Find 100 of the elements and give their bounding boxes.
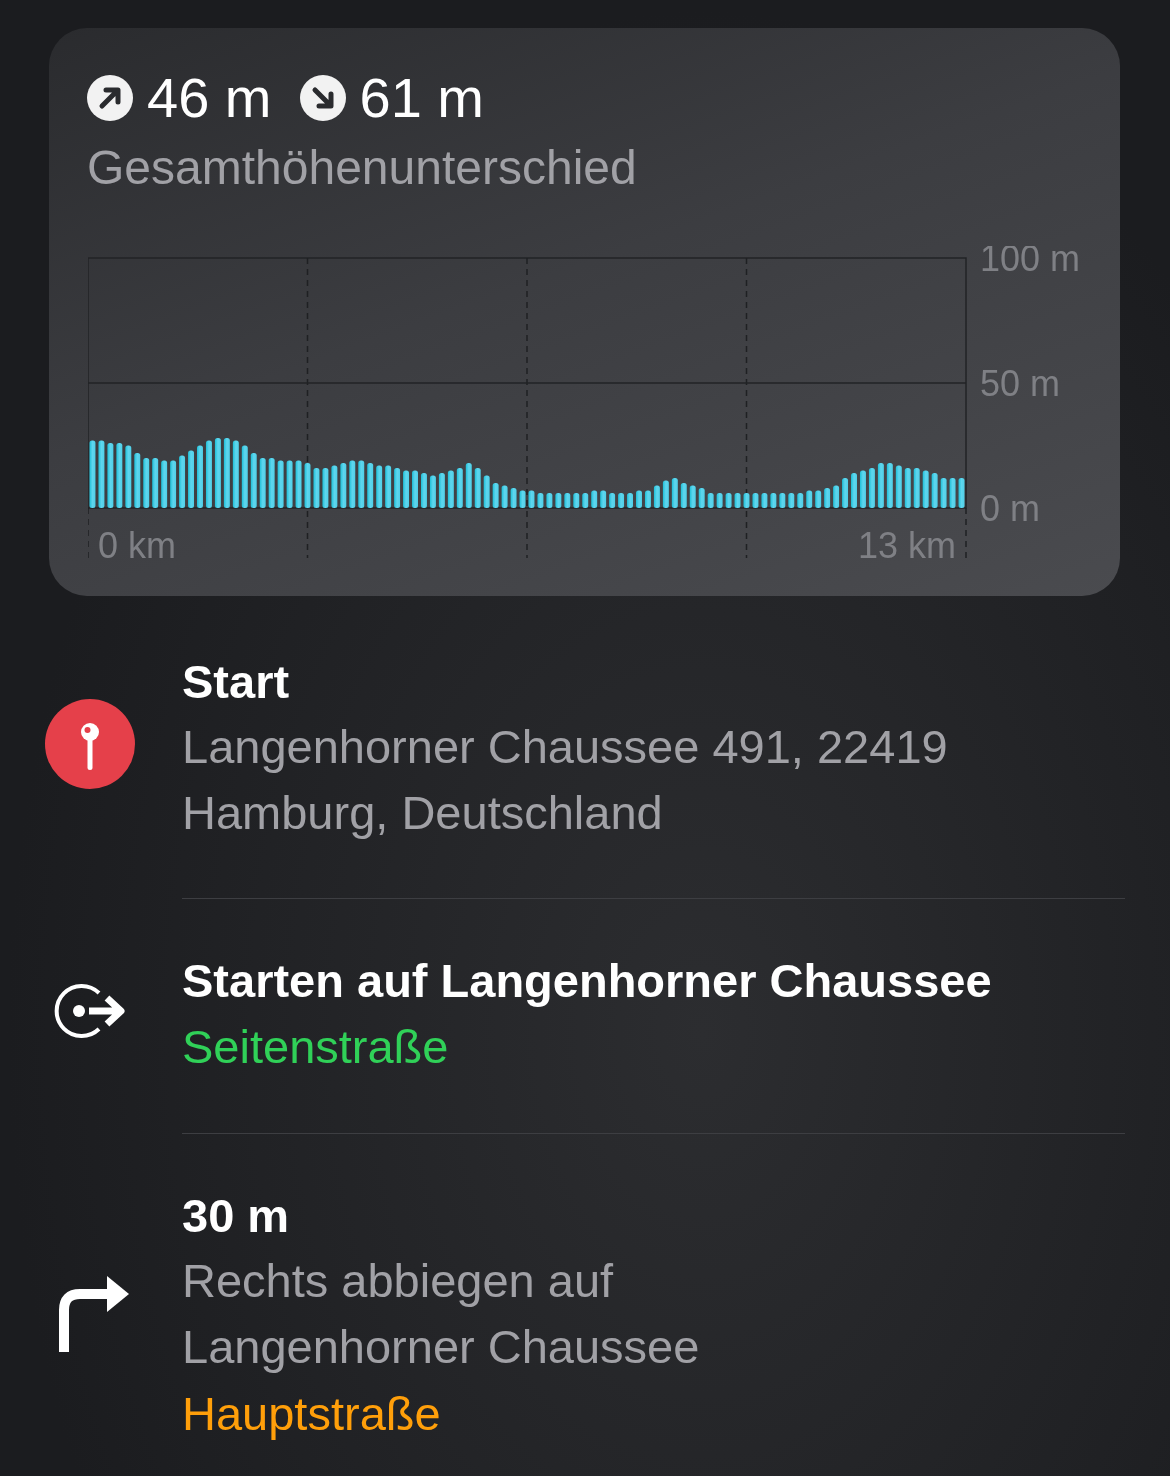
elevation-bar [627,493,633,508]
elevation-bar [842,478,849,508]
elevation-bar [851,473,857,508]
elevation-bar [636,490,642,508]
axis-label: 0 km [98,525,176,566]
elevation-bar [286,460,293,508]
elevation-bar [250,453,257,508]
elevation-bar [931,473,938,508]
elevation-bar [421,473,427,508]
axis-label: 50 m [980,363,1061,404]
elevation-bar [860,470,866,508]
elevation-bar [949,478,956,508]
elevation-bar [179,455,186,508]
elevation-bar [304,463,311,508]
elevation-bar [671,478,678,508]
elevation-bar [438,473,445,508]
elevation-bar [680,483,687,508]
elevation-bar [877,463,884,508]
elevation-bar [734,493,741,508]
elevation-bar [98,440,105,508]
elevation-bar [662,480,669,508]
elevation-bar [779,493,786,508]
elevation-bar [824,488,831,508]
elevation-bar [188,450,194,508]
elevation-bar [644,490,651,508]
elevation-bar [322,468,329,508]
ascent-value: 46 m [147,66,272,130]
elevation-bar [232,440,239,508]
elevation-bar [349,460,356,508]
elevation-bar [913,468,920,508]
elevation-bar [134,453,141,508]
elevation-bar [618,493,625,508]
elevation-bar [707,493,714,508]
elevation-bar [940,478,947,508]
elevation-bar [429,475,436,508]
step-title: Starten auf Langenhorner Chaussee [182,953,993,1009]
elevation-bar [689,485,696,508]
elevation-bar [116,443,123,508]
step-detail: Rechts abbiegen auf [182,1253,615,1309]
elevation-bar [833,485,840,508]
elevation-bar [89,440,96,508]
step-detail: Langenhorner Chaussee [182,1319,701,1375]
elevation-bar [295,460,302,508]
elevation-bar [412,470,418,508]
elevation-bar [609,493,616,508]
elevation-bar [922,470,929,508]
elevation-bar [868,468,875,508]
elevation-bar [403,470,410,508]
step-detail: Hamburg, Deutschland [182,785,664,841]
elevation-bar [573,493,580,508]
elevation-bar [214,438,221,508]
elevation-bar [501,485,508,508]
elevation-bar [806,490,813,508]
descent-value: 61 m [359,66,484,130]
elevation-bar [528,490,535,508]
step-title: Start [182,654,291,710]
elevation-bar [546,493,553,508]
elevation-bar [313,468,320,508]
elevation-bar [125,445,132,508]
elevation-bar [358,460,365,508]
elevation-bar [788,493,795,508]
elevation-bar [483,475,490,508]
elevation-bar [815,490,822,508]
elevation-bar [465,463,472,508]
elevation-bar [161,460,168,508]
elevation-bar [510,488,517,508]
elevation-bar [170,460,177,508]
elevation-bar [492,483,499,508]
elevation-bar [394,468,401,508]
elevation-bar [716,493,723,508]
elevation-bar [698,488,705,508]
axis-label: 13 km [857,525,956,566]
step-detail: Langenhorner Chaussee 491, 22419 [182,719,949,775]
elevation-bar [770,493,777,508]
elevation-bar [519,490,526,508]
elevation-bar [447,470,454,508]
elevation-bar [340,463,347,508]
axis-label: 100 m [980,246,1081,279]
elevation-bar [725,493,732,508]
elevation-bar [904,468,911,508]
elevation-bar [268,458,275,508]
elevation-bar [385,465,392,508]
pin-icon [45,699,135,789]
elevation-bar [537,493,544,508]
elevation-bar [367,463,374,508]
elevation-bar [107,443,114,508]
elevation-caption: Gesamthöhenunterschied [87,140,638,196]
elevation-bar [895,465,902,508]
elevation-bar [223,438,230,508]
road-type: Hauptstraße [182,1386,442,1442]
elevation-bar [582,493,589,508]
elevation-bar [958,478,965,508]
elevation-bar [152,458,159,508]
elevation-bar [743,493,750,508]
axis-label: 0 m [980,488,1040,529]
elevation-bar [555,493,562,508]
elevation-bar [761,493,768,508]
elevation-bar [752,493,759,508]
elevation-bar [653,485,660,508]
elevation-bar [456,468,463,508]
